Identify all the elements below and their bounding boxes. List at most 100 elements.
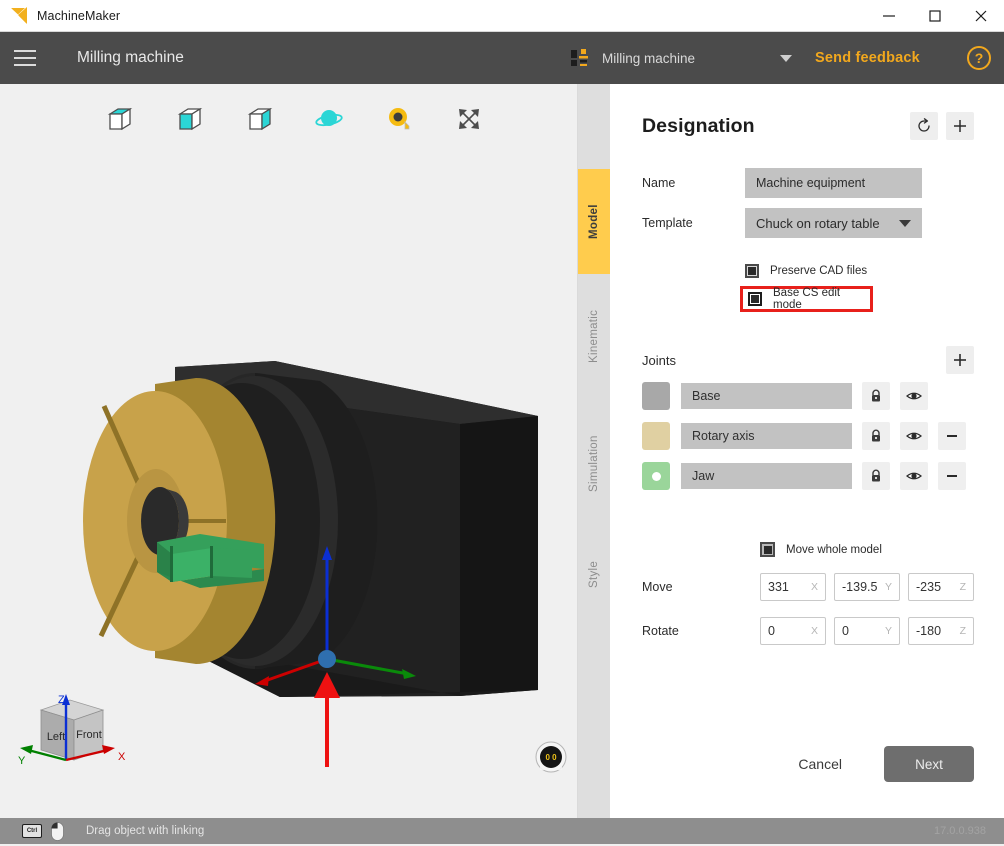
reset-icon: [916, 118, 932, 134]
move-z-value: -235: [916, 580, 957, 594]
navigation-cube[interactable]: Left Front Z X Y: [8, 678, 138, 788]
move-y-axis-label: Y: [885, 581, 892, 593]
tab-model[interactable]: Model: [578, 169, 610, 274]
lock-icon[interactable]: [862, 422, 890, 450]
viewport-3d[interactable]: Left Front Z X Y 0 0: [0, 84, 578, 818]
navcube-face-front: Front: [76, 729, 102, 741]
jaw-blocks: [157, 534, 264, 588]
joint-name[interactable]: Base: [681, 383, 852, 409]
tab-kinematic[interactable]: Kinematic: [578, 274, 610, 399]
view-front-icon[interactable]: [169, 99, 209, 139]
template-select[interactable]: Chuck on rotary table: [745, 208, 922, 238]
lock-icon[interactable]: [862, 382, 890, 410]
move-row: Move 331 X -139.5 Y -235 Z: [610, 573, 1004, 601]
designation-panel: Designation Name: [610, 84, 1004, 818]
eye-icon[interactable]: [900, 462, 928, 490]
send-feedback-link[interactable]: Send feedback: [815, 32, 920, 84]
close-button[interactable]: [958, 0, 1004, 32]
navcube-face-left: Left: [47, 731, 65, 743]
tab-style[interactable]: Style: [578, 529, 610, 619]
tab-simulation[interactable]: Simulation: [578, 399, 610, 529]
eye-icon[interactable]: [900, 382, 928, 410]
fit-icon[interactable]: [449, 99, 489, 139]
table-row[interactable]: Base: [642, 382, 974, 410]
rotate-y-axis-label: Y: [885, 625, 892, 637]
reset-button[interactable]: [910, 112, 938, 140]
joint-name[interactable]: Rotary axis: [681, 423, 852, 449]
options-checkboxes: Preserve CAD files Base CS edit mode: [610, 260, 1004, 312]
table-row[interactable]: Jaw: [642, 462, 974, 490]
maximize-button[interactable]: [912, 0, 958, 32]
move-z-axis-label: Z: [960, 581, 966, 593]
measure-icon[interactable]: [379, 99, 419, 139]
table-row[interactable]: Rotary axis: [642, 422, 974, 450]
name-row: Name: [642, 168, 974, 198]
move-y-value: -139.5: [842, 580, 882, 594]
orbit-icon[interactable]: [309, 99, 349, 139]
rotation-gauge[interactable]: 0 0: [535, 741, 567, 773]
navcube-axis-y: Y: [18, 755, 26, 767]
panel-header-buttons: [910, 112, 974, 140]
remove-joint-placeholder: [938, 382, 966, 410]
mouse-icon: [51, 822, 64, 841]
rotate-z-axis-label: Z: [960, 625, 966, 637]
joint-color-swatch[interactable]: [642, 462, 670, 490]
navcube-axis-x: X: [118, 751, 126, 763]
minimize-button[interactable]: [866, 0, 912, 32]
template-select-value: Chuck on rotary table: [756, 216, 880, 231]
next-button[interactable]: Next: [884, 746, 974, 782]
machine-selector[interactable]: Milling machine: [570, 32, 792, 84]
move-x-field[interactable]: 331 X: [760, 573, 826, 601]
eye-icon[interactable]: [900, 422, 928, 450]
view-top-icon[interactable]: [99, 99, 139, 139]
rotate-z-field[interactable]: -180 Z: [908, 617, 974, 645]
base-cs-edit-mode-checkbox[interactable]: [748, 292, 762, 306]
remove-joint-button[interactable]: [938, 422, 966, 450]
joints-title: Joints: [642, 353, 676, 368]
move-whole-model-checkbox[interactable]: [760, 542, 775, 557]
remove-joint-button[interactable]: [938, 462, 966, 490]
lock-icon[interactable]: [862, 462, 890, 490]
preserve-cad-files-row[interactable]: Preserve CAD files: [745, 260, 1004, 282]
joint-color-swatch[interactable]: [642, 422, 670, 450]
status-message: Drag object with linking: [86, 825, 204, 837]
window-controls: [866, 0, 1004, 32]
base-cs-edit-mode-row[interactable]: Base CS edit mode: [740, 286, 873, 312]
cancel-button[interactable]: Cancel: [782, 746, 858, 782]
chuck-body: [83, 378, 275, 664]
joints-header: Joints: [610, 346, 1004, 374]
move-label: Move: [642, 580, 760, 594]
joint-name[interactable]: Jaw: [681, 463, 852, 489]
rotate-y-field[interactable]: 0 Y: [834, 617, 900, 645]
preserve-cad-files-checkbox[interactable]: [745, 264, 759, 278]
name-input[interactable]: [745, 168, 922, 198]
panel-footer: Cancel Next: [782, 746, 974, 782]
version-label: 17.0.0.938: [934, 825, 986, 837]
vertical-tab-rail: Model Kinematic Simulation Style: [578, 84, 610, 818]
base-cs-edit-mode-label: Base CS edit mode: [773, 287, 870, 311]
help-icon[interactable]: ?: [967, 46, 991, 70]
move-z-field[interactable]: -235 Z: [908, 573, 974, 601]
rotate-z-value: -180: [916, 624, 957, 638]
rotate-x-field[interactable]: 0 X: [760, 617, 826, 645]
name-label: Name: [642, 176, 745, 190]
template-row: Template Chuck on rotary table: [642, 208, 974, 238]
plus-icon: [952, 118, 968, 134]
template-label: Template: [642, 216, 745, 230]
app-title: MachineMaker: [37, 9, 120, 23]
joint-color-swatch[interactable]: [642, 382, 670, 410]
move-x-value: 331: [768, 580, 808, 594]
chevron-down-icon: [899, 220, 911, 227]
move-x-axis-label: X: [811, 581, 818, 593]
add-joint-button[interactable]: [946, 346, 974, 374]
add-designation-button[interactable]: [946, 112, 974, 140]
move-whole-model-row[interactable]: Move whole model: [610, 542, 1004, 557]
rotate-y-value: 0: [842, 624, 882, 638]
plus-icon: [952, 352, 968, 368]
move-y-field[interactable]: -139.5 Y: [834, 573, 900, 601]
joints-list: Base Rot: [610, 382, 1004, 490]
view-right-icon[interactable]: [239, 99, 279, 139]
preserve-cad-files-label: Preserve CAD files: [770, 265, 867, 277]
title-bar: MachineMaker: [0, 0, 1004, 32]
hamburger-icon[interactable]: [0, 32, 50, 84]
